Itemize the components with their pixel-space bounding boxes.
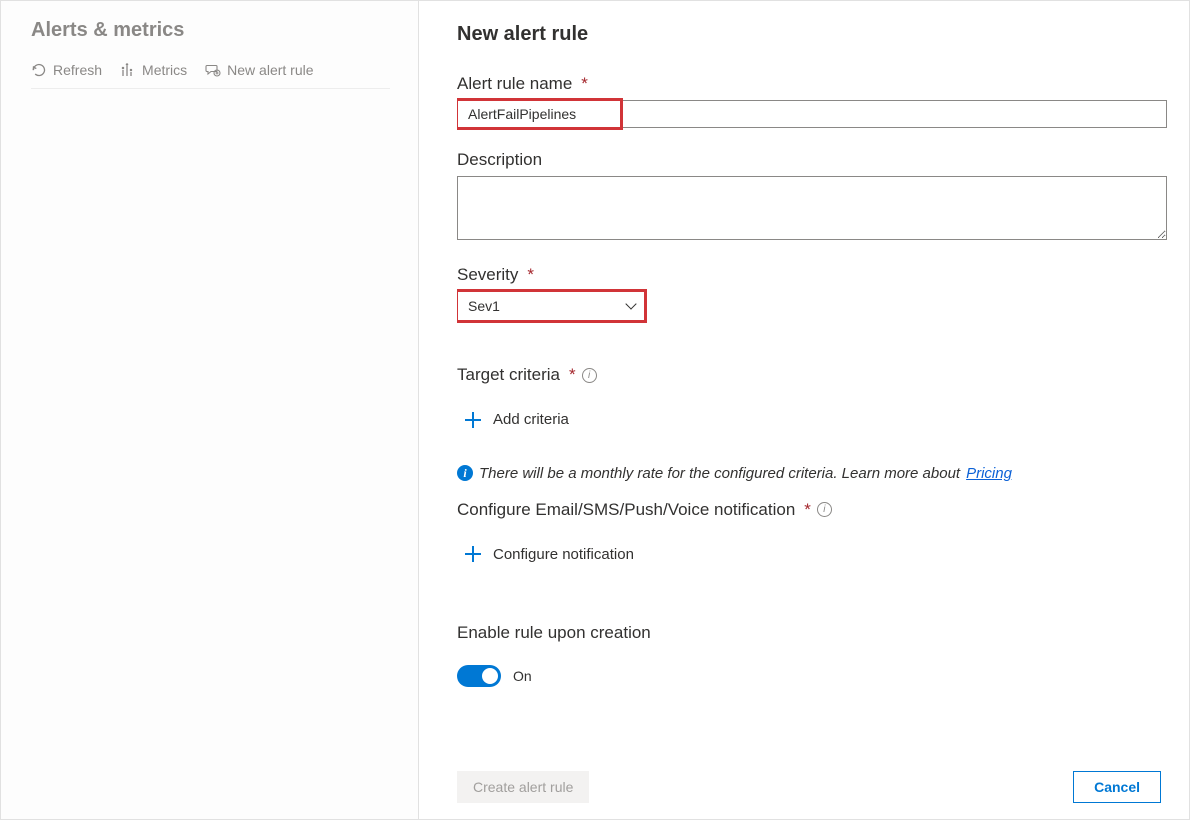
refresh-icon — [31, 62, 47, 78]
left-toolbar: Refresh Metrics — [31, 62, 390, 89]
cancel-button[interactable]: Cancel — [1073, 771, 1161, 803]
enable-rule-state: On — [513, 668, 532, 684]
configure-notification-button[interactable]: Configure notification — [465, 546, 634, 563]
info-icon[interactable]: i — [582, 368, 597, 383]
page-title: New alert rule — [457, 23, 1167, 46]
form-footer: Create alert rule Cancel — [457, 757, 1167, 819]
notification-label: Configure Email/SMS/Push/Voice notificat… — [457, 500, 1167, 520]
new-alert-rule-label: New alert rule — [227, 62, 313, 78]
required-asterisk: * — [581, 74, 588, 94]
required-asterisk: * — [804, 500, 811, 520]
bar-chart-icon — [120, 62, 136, 78]
description-input[interactable] — [457, 176, 1167, 240]
severity-select[interactable]: Sev1 — [457, 291, 645, 321]
metrics-label: Metrics — [142, 62, 187, 78]
enable-rule-toggle[interactable] — [457, 665, 501, 687]
severity-select-wrap: Sev1 — [457, 291, 645, 321]
right-pane: New alert rule Alert rule name* Descript… — [419, 1, 1189, 819]
left-pane-title: Alerts & metrics — [31, 19, 390, 42]
target-criteria-label: Target criteria* i — [457, 365, 1167, 385]
add-criteria-button[interactable]: Add criteria — [465, 411, 569, 428]
alert-name-label: Alert rule name* — [457, 74, 1167, 94]
plus-icon — [465, 546, 481, 562]
refresh-button[interactable]: Refresh — [31, 62, 102, 78]
configure-notification-label: Configure notification — [493, 546, 634, 563]
info-icon[interactable]: i — [817, 502, 832, 517]
create-alert-rule-button: Create alert rule — [457, 771, 589, 803]
toggle-knob — [482, 668, 498, 684]
pricing-info-text: There will be a monthly rate for the con… — [479, 465, 960, 482]
metrics-button[interactable]: Metrics — [120, 62, 187, 78]
pricing-info-row: i There will be a monthly rate for the c… — [457, 465, 1167, 482]
left-pane: Alerts & metrics Refresh Metrics — [1, 1, 419, 819]
required-asterisk: * — [569, 365, 576, 385]
alert-name-input[interactable] — [457, 100, 621, 128]
alert-name-input-ext[interactable] — [621, 100, 1167, 128]
add-criteria-label: Add criteria — [493, 411, 569, 428]
severity-label: Severity* — [457, 265, 1167, 285]
description-label: Description — [457, 150, 1167, 170]
pricing-link[interactable]: Pricing — [966, 465, 1012, 482]
new-alert-rule-button[interactable]: New alert rule — [205, 62, 313, 78]
plus-icon — [465, 412, 481, 428]
enable-rule-label: Enable rule upon creation — [457, 623, 1167, 643]
comment-add-icon — [205, 62, 221, 78]
required-asterisk: * — [527, 265, 534, 285]
refresh-label: Refresh — [53, 62, 102, 78]
info-filled-icon: i — [457, 465, 473, 481]
